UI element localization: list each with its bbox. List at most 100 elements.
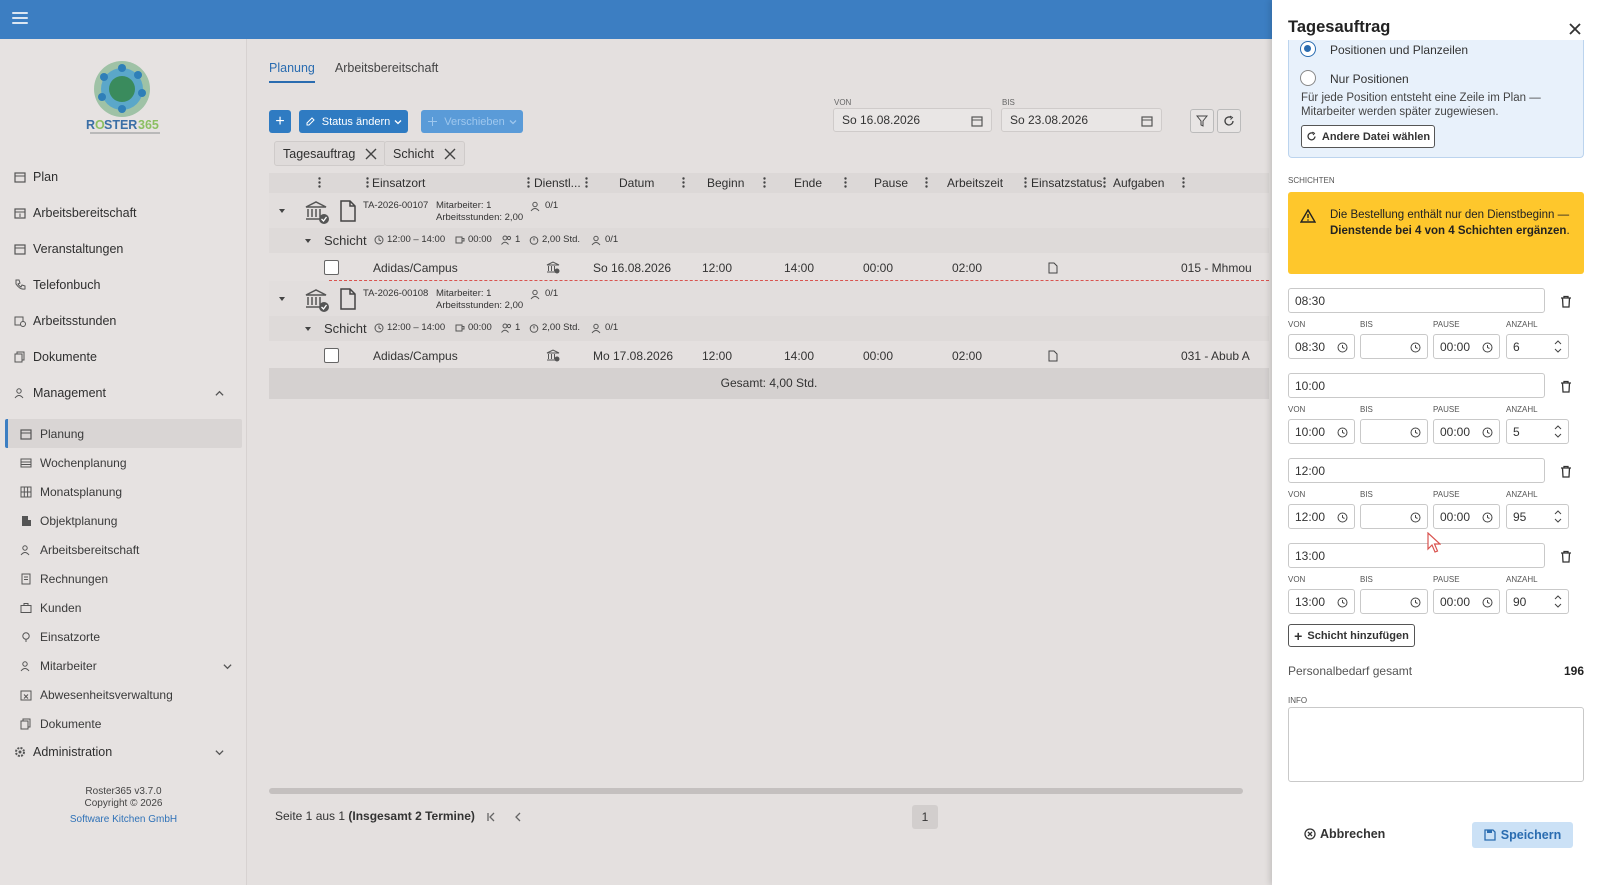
- column-einsatzort[interactable]: Einsatzort: [372, 176, 425, 190]
- column-arbeitszeit[interactable]: Arbeitszeit: [947, 176, 1003, 190]
- filter-button[interactable]: [1190, 109, 1214, 133]
- anzahl-input[interactable]: 5: [1506, 419, 1569, 444]
- close-icon[interactable]: [444, 148, 456, 160]
- page-number-button[interactable]: 1: [912, 805, 938, 829]
- spinner-icon[interactable]: [1554, 508, 1562, 525]
- kebab-icon[interactable]: [527, 177, 530, 188]
- trash-icon[interactable]: [1560, 550, 1572, 563]
- kebab-icon[interactable]: [318, 177, 321, 188]
- sub-item-kunden[interactable]: Kunden: [20, 598, 81, 618]
- pause-input[interactable]: 00:00: [1433, 504, 1500, 529]
- date-from-input[interactable]: So 16.08.2026: [833, 108, 992, 132]
- pause-input[interactable]: 00:00: [1433, 419, 1500, 444]
- table-row[interactable]: Adidas/Campus So 16.08.2026 12:00 14:00 …: [269, 253, 1269, 281]
- row-checkbox[interactable]: [324, 260, 339, 275]
- status-change-button[interactable]: Status ändern: [299, 110, 408, 133]
- clock-icon[interactable]: [1482, 427, 1493, 438]
- kebab-icon[interactable]: [585, 177, 588, 188]
- column-aufgaben[interactable]: Aufgaben: [1113, 176, 1164, 190]
- bis-input[interactable]: [1360, 334, 1428, 359]
- shift-name-input[interactable]: 10:00: [1288, 373, 1545, 398]
- chevron-down-icon[interactable]: [304, 326, 312, 332]
- radio-positions-and-rows[interactable]: [1300, 41, 1316, 57]
- add-button[interactable]: +: [269, 110, 291, 133]
- clock-icon[interactable]: [1337, 342, 1348, 353]
- bis-input[interactable]: [1360, 419, 1428, 444]
- von-input[interactable]: 13:00: [1288, 589, 1355, 614]
- sub-item-objektplanung[interactable]: Objektplanung: [20, 511, 117, 531]
- chevron-down-icon[interactable]: [278, 208, 286, 214]
- shift-row[interactable]: Schicht 12:00 – 14:00 00:00 1 2,00 Std. …: [269, 228, 1269, 253]
- calendar-icon[interactable]: [971, 115, 983, 127]
- order-group-row[interactable]: TA-2026-00107 Mitarbeiter: 1 Arbeitsstun…: [269, 193, 1269, 228]
- anzahl-input[interactable]: 95: [1506, 504, 1569, 529]
- column-pause[interactable]: Pause: [874, 176, 908, 190]
- von-input[interactable]: 10:00: [1288, 419, 1355, 444]
- filter-chip-schicht[interactable]: Schicht: [384, 141, 465, 166]
- row-checkbox[interactable]: [324, 348, 339, 363]
- nav-item-management[interactable]: Management: [14, 383, 234, 403]
- chevron-down-icon[interactable]: [223, 662, 232, 671]
- horizontal-scrollbar[interactable]: [269, 788, 1243, 794]
- pause-input[interactable]: 00:00: [1433, 334, 1500, 359]
- sub-item-mitarbeiter[interactable]: Mitarbeiter: [20, 656, 232, 676]
- info-textarea[interactable]: [1288, 707, 1584, 782]
- table-row[interactable]: Adidas/Campus Mo 17.08.2026 12:00 14:00 …: [269, 341, 1269, 369]
- chevron-down-icon[interactable]: [278, 296, 286, 302]
- nav-item-dokumente[interactable]: Dokumente: [14, 347, 97, 367]
- tab-planung[interactable]: Planung: [269, 61, 315, 83]
- kebab-icon[interactable]: [1103, 177, 1106, 188]
- bis-input[interactable]: [1360, 589, 1428, 614]
- trash-icon[interactable]: [1560, 295, 1572, 308]
- company-link[interactable]: Software Kitchen GmbH: [70, 814, 177, 825]
- clock-icon[interactable]: [1482, 597, 1493, 608]
- close-icon[interactable]: [1568, 22, 1582, 36]
- shift-name-input[interactable]: 12:00: [1288, 458, 1545, 483]
- sub-item-monatsplanung[interactable]: Monatsplanung: [20, 482, 122, 502]
- trash-icon[interactable]: [1560, 465, 1572, 478]
- sub-item-abwesenheitsverwaltung[interactable]: Abwesenheitsverwaltung: [20, 685, 173, 705]
- sub-item-wochenplanung[interactable]: Wochenplanung: [20, 453, 127, 473]
- pause-input[interactable]: 00:00: [1433, 589, 1500, 614]
- calendar-icon[interactable]: [1141, 115, 1153, 127]
- chevron-down-icon[interactable]: [215, 748, 224, 757]
- choose-file-button[interactable]: Andere Datei wählen: [1301, 125, 1435, 148]
- move-button[interactable]: Verschieben: [421, 110, 523, 133]
- cancel-button[interactable]: Abbrechen: [1304, 827, 1385, 841]
- filter-chip-tagesauftrag[interactable]: Tagesauftrag: [274, 141, 387, 166]
- anzahl-input[interactable]: 90: [1506, 589, 1569, 614]
- clock-icon[interactable]: [1410, 597, 1421, 608]
- radio-positions-only[interactable]: [1300, 70, 1316, 86]
- column-dienstleistung[interactable]: Dienstl...: [534, 176, 581, 190]
- clock-icon[interactable]: [1337, 597, 1348, 608]
- nav-item-telefonbuch[interactable]: Telefonbuch: [14, 275, 100, 295]
- spinner-icon[interactable]: [1554, 593, 1562, 610]
- kebab-icon[interactable]: [763, 177, 766, 188]
- kebab-icon[interactable]: [844, 177, 847, 188]
- chevron-down-icon[interactable]: [304, 238, 312, 244]
- save-button[interactable]: Speichern: [1472, 822, 1573, 848]
- clock-icon[interactable]: [1482, 512, 1493, 523]
- nav-item-arbeitsstunden[interactable]: Arbeitsstunden: [14, 311, 116, 331]
- sub-item-einsatzorte[interactable]: Einsatzorte: [20, 627, 100, 647]
- clock-icon[interactable]: [1410, 342, 1421, 353]
- date-to-input[interactable]: So 23.08.2026: [1001, 108, 1162, 132]
- kebab-icon[interactable]: [366, 177, 369, 188]
- prev-page-icon[interactable]: [513, 812, 523, 822]
- document-icon[interactable]: [1048, 262, 1058, 274]
- tab-arbeitsbereitschaft[interactable]: Arbeitsbereitschaft: [335, 61, 439, 83]
- sub-item-planung[interactable]: Planung: [20, 424, 84, 444]
- spinner-icon[interactable]: [1554, 423, 1562, 440]
- kebab-icon[interactable]: [925, 177, 928, 188]
- add-shift-button[interactable]: + Schicht hinzufügen: [1288, 624, 1415, 647]
- close-icon[interactable]: [365, 148, 377, 160]
- nav-item-plan[interactable]: Plan: [14, 167, 58, 187]
- nav-item-administration[interactable]: Administration: [14, 742, 234, 762]
- shift-row[interactable]: Schicht 12:00 – 14:00 00:00 1 2,00 Std. …: [269, 316, 1269, 341]
- clock-icon[interactable]: [1337, 512, 1348, 523]
- sub-item-rechnungen[interactable]: Rechnungen: [20, 569, 108, 589]
- nav-item-arbeitsbereitschaft[interactable]: Arbeitsbereitschaft: [14, 203, 137, 223]
- clock-icon[interactable]: [1337, 427, 1348, 438]
- sub-item-dokumente[interactable]: Dokumente: [20, 714, 101, 734]
- sub-item-arbeitsbereitschaft[interactable]: Arbeitsbereitschaft: [20, 540, 139, 560]
